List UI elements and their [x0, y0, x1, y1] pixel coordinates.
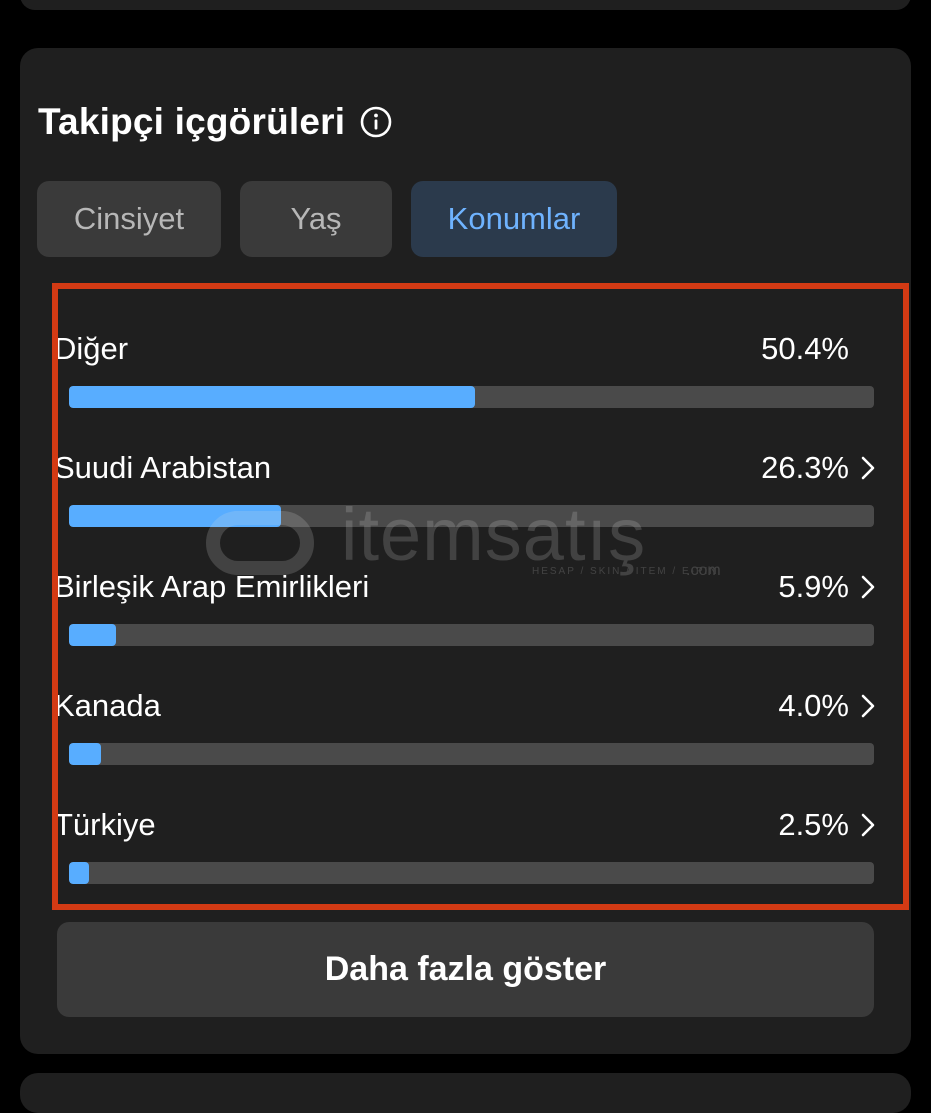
insight-tabs: Cinsiyet Yaş Konumlar [37, 181, 617, 257]
tab-gender[interactable]: Cinsiyet [37, 181, 221, 257]
card-title: Takipçi içgörüleri [38, 101, 346, 142]
info-icon[interactable] [359, 105, 393, 139]
next-card [20, 1073, 911, 1113]
card-header: Takipçi içgörüleri [38, 96, 393, 148]
tab-age[interactable]: Yaş [240, 181, 392, 257]
previous-card [20, 0, 911, 10]
tab-locations[interactable]: Konumlar [411, 181, 617, 257]
highlight-box [52, 283, 909, 910]
show-more-button[interactable]: Daha fazla göster [57, 922, 874, 1017]
